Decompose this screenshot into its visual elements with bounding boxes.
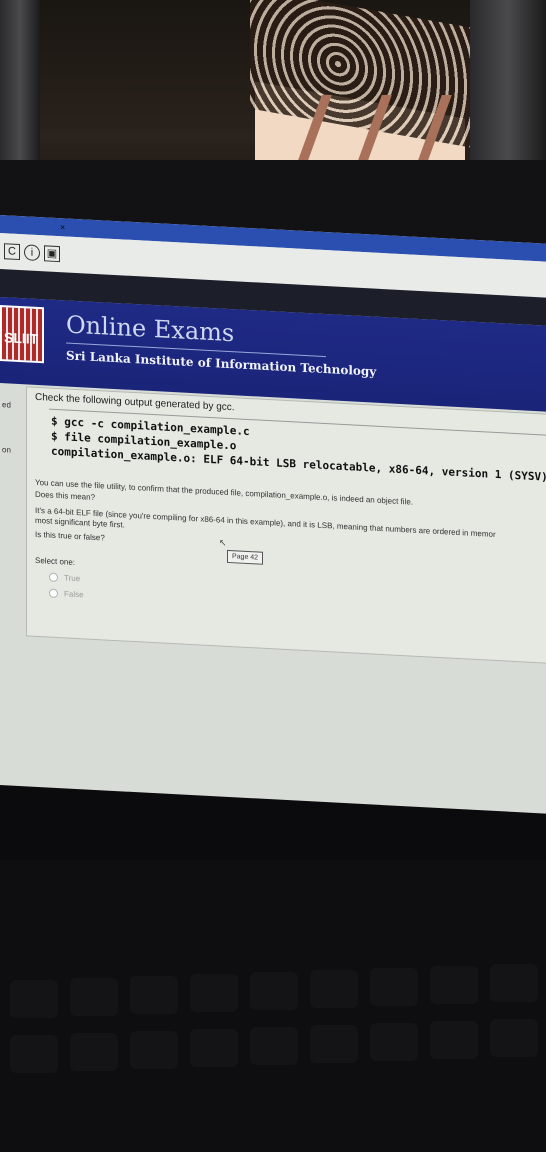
option-false[interactable]: False: [49, 588, 84, 600]
keyboard-key: [430, 966, 478, 1004]
page-title: Online Exams: [66, 310, 235, 348]
keyboard-key: [190, 1029, 238, 1067]
keyboard-key: [250, 972, 298, 1010]
keyboard-key: [70, 978, 118, 1016]
sidebar-fragment: ed: [2, 400, 11, 410]
keyboard-key: [10, 980, 58, 1018]
keyboard-key: [430, 1021, 478, 1059]
keyboard-key: [10, 1035, 58, 1073]
tab-close-icon[interactable]: ×: [60, 222, 65, 232]
keyboard-key: [310, 970, 358, 1008]
keyboard-key: [130, 976, 178, 1014]
keyboard-key: [70, 1033, 118, 1071]
radio-false[interactable]: [49, 588, 58, 599]
option-label: False: [64, 589, 84, 600]
page-badge: Page 42: [227, 549, 264, 565]
back-icon[interactable]: C: [4, 243, 20, 261]
keyboard-key: [370, 968, 418, 1006]
option-label: True: [64, 573, 81, 584]
sliit-logo: SLIIT: [0, 305, 44, 364]
keyboard-key: [250, 1027, 298, 1065]
laptop-screen: × C i ▣ SLIIT Online Exams Sri Lanka Ins…: [0, 215, 546, 814]
keyboard-key: [310, 1025, 358, 1063]
mouse-cursor-icon: ↖: [219, 537, 227, 548]
keyboard-key: [490, 964, 538, 1002]
laptop-keyboard: [0, 860, 546, 1152]
curtain-left: [0, 0, 40, 160]
sidebar-fragment: on: [2, 445, 11, 455]
option-true[interactable]: True: [49, 572, 81, 584]
keyboard-key: [370, 1023, 418, 1061]
question-paragraph: Does this mean?: [35, 489, 96, 502]
question-panel: Check the following output generated by …: [26, 386, 546, 664]
radio-true[interactable]: [49, 572, 58, 583]
logo-text: SLIIT: [4, 329, 39, 348]
keyboard-key: [130, 1031, 178, 1069]
info-icon[interactable]: i: [24, 244, 40, 262]
keyboard-key: [490, 1019, 538, 1057]
page-icon[interactable]: ▣: [44, 245, 60, 263]
select-label: Select one:: [35, 555, 76, 567]
question-paragraph: Is this true or false?: [35, 529, 105, 543]
code-line: compilation_example.o: ELF 64-bit LSB re…: [51, 444, 546, 488]
page-subtitle: Sri Lanka Institute of Information Techn…: [66, 348, 377, 379]
keyboard-key: [190, 974, 238, 1012]
